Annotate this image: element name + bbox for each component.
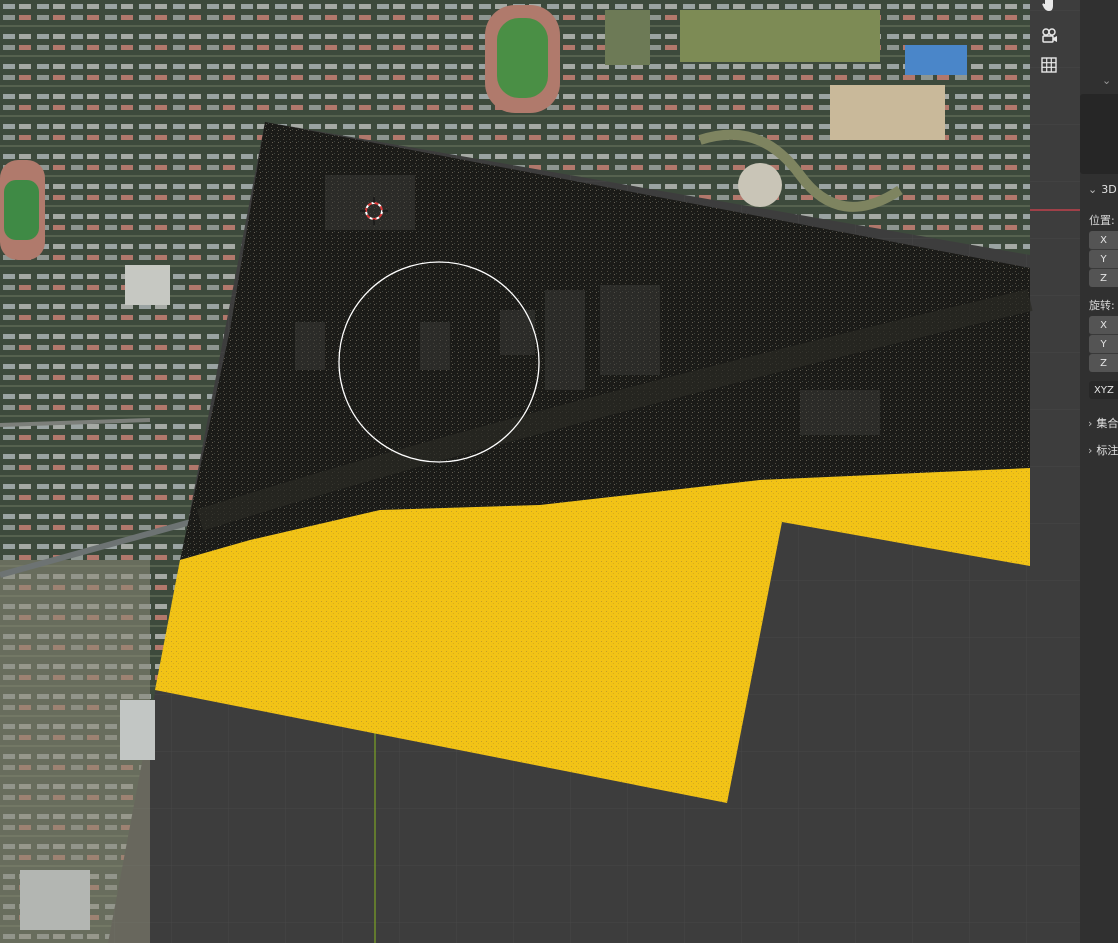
chevron-right-icon: › — [1088, 417, 1093, 430]
rotation-x-field[interactable]: X — [1089, 316, 1118, 335]
rotation-mode-dropdown[interactable]: XYZ — [1089, 381, 1118, 399]
properties-sidebar: ⌄ ⌄ 3D 位置: X Y Z 旋转: X Y Z XYZ › 集合 › 标注 — [1080, 0, 1118, 943]
location-y-field[interactable]: Y — [1089, 250, 1118, 269]
location-label: 位置: — [1089, 214, 1115, 227]
chevron-right-icon: › — [1088, 444, 1093, 457]
rotation-y-field[interactable]: Y — [1089, 335, 1118, 354]
panel-3d-header[interactable]: ⌄ 3D — [1088, 183, 1117, 196]
collections-panel-header[interactable]: › 集合 — [1088, 415, 1118, 431]
location-x-field[interactable]: X — [1089, 231, 1118, 250]
camera-icon[interactable] — [1036, 23, 1062, 49]
chevron-down-icon[interactable]: ⌄ — [1102, 74, 1111, 87]
location-z-field[interactable]: Z — [1089, 269, 1118, 287]
annotations-panel-header[interactable]: › 标注 — [1088, 442, 1118, 458]
preview-swatch — [1080, 94, 1118, 174]
hand-icon[interactable] — [1036, 0, 1062, 17]
rotation-label: 旋转: — [1089, 299, 1115, 312]
chevron-down-icon: ⌄ — [1088, 183, 1098, 196]
grid-icon[interactable] — [1036, 52, 1062, 78]
blender-window: ⌄ ⌄ 3D 位置: X Y Z 旋转: X Y Z XYZ › 集合 › 标注 — [0, 0, 1118, 943]
rotation-z-field[interactable]: Z — [1089, 354, 1118, 372]
3d-viewport[interactable] — [0, 0, 1118, 943]
